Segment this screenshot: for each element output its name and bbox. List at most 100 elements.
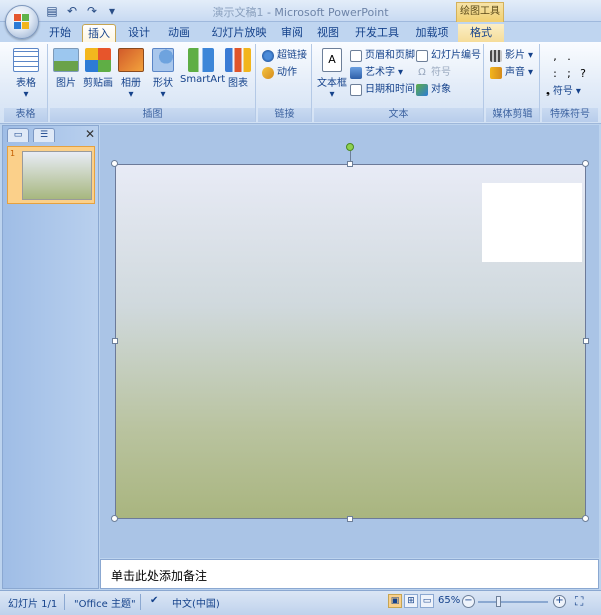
group-illustrations: 图片 剪贴画 相册 ▾ 形状 ▾ SmartArt 图表 插图 [50, 44, 256, 122]
special-symbol-button[interactable]: ❟ 符号 ▾ [546, 84, 581, 100]
tab-developer[interactable]: 开发工具 [350, 24, 404, 43]
close-icon[interactable]: ✕ [85, 128, 95, 140]
symbol-label: 符号 [431, 67, 451, 78]
object-label: 对象 [431, 84, 451, 95]
group-media: 影片 ▾ 声音 ▾ 媒体剪辑 [486, 44, 540, 122]
datetime-label: 日期和时间 [365, 84, 415, 95]
dropdown-arrow-icon: ▾ [128, 89, 134, 100]
resize-handle-left[interactable] [112, 338, 118, 344]
zoom-in-icon[interactable]: + [553, 595, 566, 608]
picture-label: 图片 [56, 78, 76, 89]
header-footer-label: 页眉和页脚 [365, 50, 415, 61]
symbol-semicolon[interactable]: ; [562, 67, 576, 80]
tab-review[interactable]: 审阅 [276, 24, 308, 43]
textbox-label: 文本框 [317, 78, 347, 89]
shapes-button[interactable]: 形状 ▾ [148, 48, 178, 100]
slides-tab-icon[interactable]: ▭ [7, 128, 29, 142]
placeholder-shape[interactable] [482, 183, 582, 262]
action-button[interactable]: 动作 [262, 65, 297, 81]
outline-tab-icon[interactable]: ☰ [33, 128, 55, 142]
resize-handle-right[interactable] [583, 338, 589, 344]
slideshow-view-button[interactable]: ▭ [420, 594, 434, 608]
group-links: 超链接 动作 链接 [258, 44, 312, 122]
action-icon [262, 67, 274, 79]
window-title: 演示文稿1 - Microsoft PowerPoint [212, 6, 389, 19]
title-bar: ▤ ↶ ↷ ▾ 演示文稿1 - Microsoft PowerPoint 绘图工… [0, 0, 601, 22]
sound-label: 声音 [505, 67, 525, 78]
datetime-button[interactable]: 日期和时间 [350, 82, 415, 98]
zoom-out-icon[interactable]: − [462, 595, 475, 608]
shapes-icon [152, 48, 174, 72]
language: 中文(中国) [172, 599, 220, 610]
resize-handle-bottom-right[interactable] [582, 515, 589, 522]
notes-pane[interactable]: 单击此处添加备注 [100, 559, 599, 589]
office-button[interactable] [5, 5, 39, 39]
smartart-icon [188, 48, 214, 72]
album-button[interactable]: 相册 ▾ [116, 48, 146, 100]
wordart-button[interactable]: 艺术字 ▾ [350, 65, 403, 81]
special-symbol-icon: ❟ [546, 86, 550, 97]
chart-button[interactable]: 图表 [224, 48, 252, 89]
dropdown-arrow-icon: ▾ [528, 50, 534, 61]
fit-to-window-icon[interactable]: ⛶ [575, 594, 583, 609]
symbol-colon-spacer [576, 50, 590, 63]
tab-insert[interactable]: 插入 [82, 24, 116, 43]
slide-sorter-view-button[interactable]: ⊞ [404, 594, 418, 608]
tab-design[interactable]: 设计 [122, 24, 156, 43]
clipart-button[interactable]: 剪贴画 [82, 48, 114, 89]
normal-view-button[interactable]: ▣ [388, 594, 402, 608]
resize-handle-top[interactable] [347, 161, 353, 167]
album-label: 相册 [121, 78, 141, 89]
symbol-comma[interactable]: , [548, 50, 562, 63]
sound-button[interactable]: 声音 ▾ [490, 65, 533, 81]
tab-home[interactable]: 开始 [44, 24, 76, 43]
slide-thumbnail-selected[interactable]: 1 [7, 146, 95, 204]
photo-album-icon [118, 48, 144, 72]
textbox-button[interactable]: A 文本框 ▾ [316, 48, 348, 100]
symbol-period[interactable]: . [562, 50, 576, 63]
status-divider [140, 594, 141, 610]
spellcheck-icon[interactable]: ✔ [150, 595, 158, 606]
status-divider [64, 594, 65, 610]
resize-handle-bottom-left[interactable] [111, 515, 118, 522]
tab-view[interactable]: 视图 [312, 24, 344, 43]
theme-name: "Office 主题" [74, 599, 136, 610]
clipart-icon [85, 48, 111, 72]
tab-animations[interactable]: 动画 [162, 24, 196, 43]
hyperlink-button[interactable]: 超链接 [262, 48, 307, 64]
slide-number-label: 幻灯片编号 [431, 50, 481, 61]
slide-number-button[interactable]: 幻灯片编号 [416, 48, 481, 64]
object-button[interactable]: 对象 [416, 82, 451, 98]
zoom-level[interactable]: 65% [438, 595, 460, 606]
group-label-links: 链接 [258, 108, 311, 122]
zoom-slider[interactable] [478, 601, 548, 603]
symbol-colon[interactable]: : [548, 67, 562, 80]
slides-panel: ▭ ☰ ✕ 1 [2, 125, 99, 589]
symbol-button[interactable]: Ω 符号 [416, 65, 451, 81]
ribbon: 表格 ▾ 表格 图片 剪贴画 相册 ▾ 形状 ▾ SmartArt 图表 插图 … [0, 42, 601, 124]
picture-button[interactable]: 图片 [52, 48, 80, 89]
resize-handle-bottom[interactable] [347, 516, 353, 522]
table-label: 表格 [16, 78, 36, 89]
rotation-handle[interactable] [346, 143, 354, 151]
resize-handle-top-left[interactable] [111, 160, 118, 167]
header-footer-button[interactable]: 页眉和页脚 [350, 48, 415, 64]
object-icon [416, 84, 428, 96]
tab-slideshow[interactable]: 幻灯片放映 [204, 24, 274, 43]
resize-handle-top-right[interactable] [582, 160, 589, 167]
slide-counter: 幻灯片 1/1 [8, 599, 58, 610]
film-icon [490, 50, 502, 62]
drawing-tools-context-label: 绘图工具 [456, 2, 504, 22]
tab-addins[interactable]: 加载项 [410, 24, 454, 43]
table-button[interactable]: 表格 ▾ [10, 48, 42, 100]
omega-icon: Ω [418, 67, 426, 78]
smartart-button[interactable]: SmartArt [180, 48, 225, 85]
zoom-slider-thumb[interactable] [496, 596, 502, 607]
speaker-icon [490, 67, 502, 79]
tab-format[interactable]: 格式 [458, 24, 504, 43]
dropdown-arrow-icon: ▾ [329, 89, 335, 100]
movie-button[interactable]: 影片 ▾ [490, 48, 533, 64]
notes-placeholder: 单击此处添加备注 [111, 569, 208, 583]
symbol-question[interactable]: ? [576, 67, 590, 80]
chart-icon [225, 48, 251, 72]
